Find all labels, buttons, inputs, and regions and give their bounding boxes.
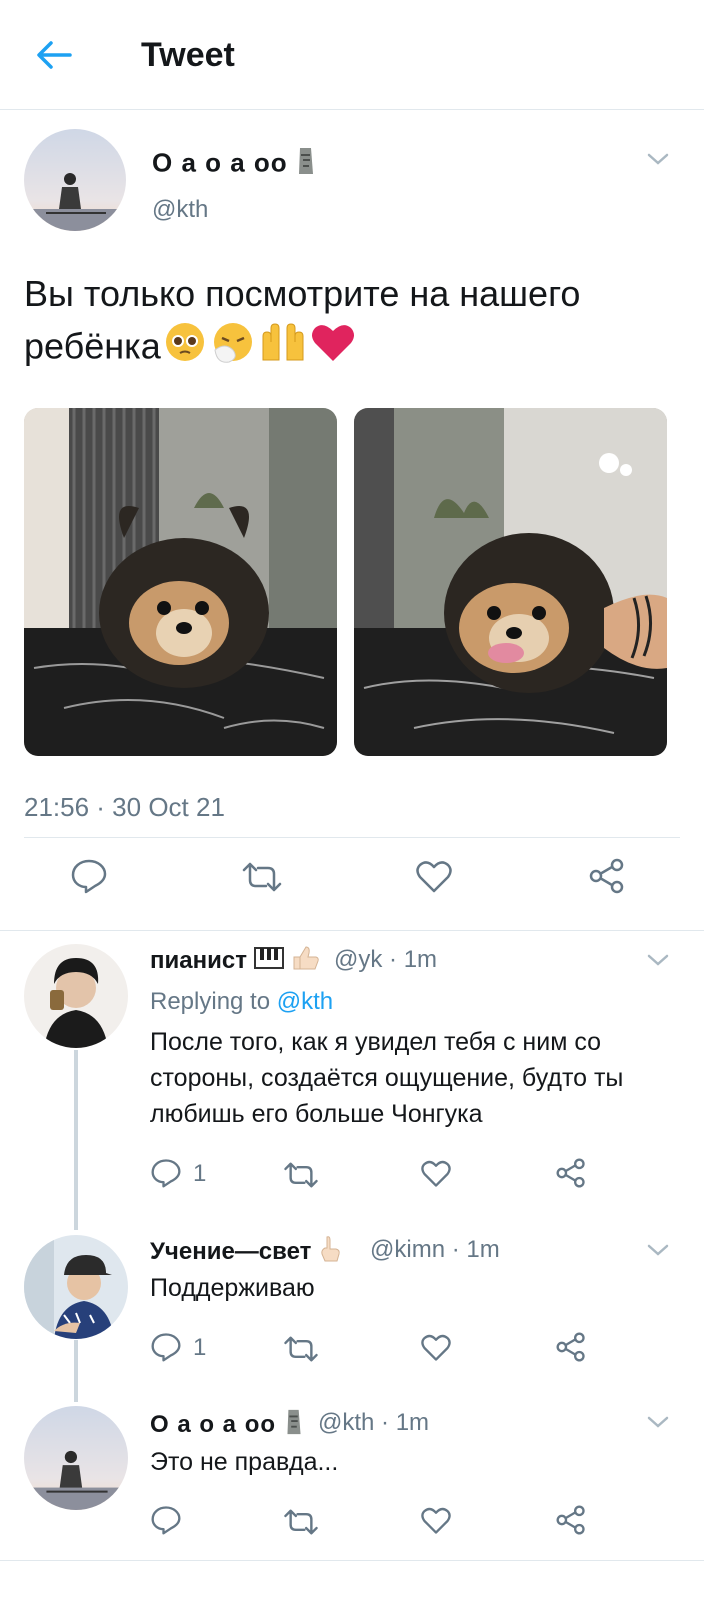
replying-to-handle-link[interactable]: @kth — [277, 988, 333, 1015]
moai-emoji-icon — [296, 146, 316, 183]
red-heart-emoji-icon — [309, 320, 357, 378]
pleading-face-emoji-icon — [161, 320, 209, 378]
piano-emoji-icon — [253, 946, 284, 977]
author-name-text: О а о а оо — [152, 147, 288, 178]
share-icon[interactable] — [555, 1332, 587, 1362]
tweet-photo-2[interactable] — [354, 408, 667, 756]
sneezing-face-emoji-icon — [209, 320, 257, 378]
share-icon[interactable] — [555, 1158, 587, 1188]
reply-author-name[interactable]: пианист — [150, 945, 320, 978]
reply-text: Поддерживаю — [150, 1274, 315, 1302]
reply-author-name-text: О а о а оо — [150, 1410, 277, 1438]
like-heart-icon[interactable] — [420, 1507, 452, 1535]
like-heart-icon[interactable] — [415, 860, 453, 894]
chevron-down-icon[interactable] — [646, 1414, 670, 1430]
author-name[interactable]: О а о а оо — [152, 146, 316, 183]
tweet-text: Вы только посмотрите на нашего ребёнка — [24, 268, 664, 378]
reply-count: 1 — [193, 1334, 207, 1361]
chevron-down-icon[interactable] — [646, 151, 670, 167]
reply-icon[interactable] — [150, 1158, 182, 1188]
share-icon[interactable] — [555, 1505, 587, 1535]
reply-meta: @kth · 1m — [318, 1409, 430, 1436]
reply-avatar[interactable] — [24, 1235, 128, 1339]
reply-author-name[interactable]: О а о а оо — [150, 1408, 304, 1443]
author-avatar[interactable] — [24, 129, 126, 231]
chevron-down-icon[interactable] — [646, 1242, 670, 1258]
divider — [24, 837, 680, 838]
replying-to: Replying to @kth — [150, 988, 333, 1016]
reply-count: 1 — [193, 1160, 207, 1187]
reply-avatar[interactable] — [24, 1406, 128, 1510]
page-title: Tweet — [141, 36, 235, 74]
reply-icon[interactable] — [150, 1505, 182, 1535]
raising-hands-emoji-icon — [257, 320, 309, 378]
reply-text: Это не правда... — [150, 1448, 339, 1476]
reply-meta: @kimn · 1m — [370, 1236, 500, 1263]
retweet-icon[interactable] — [282, 1509, 320, 1535]
divider — [0, 1560, 704, 1561]
retweet-icon[interactable] — [282, 1162, 320, 1188]
chevron-down-icon[interactable] — [646, 952, 670, 968]
top-bar: Tweet — [0, 0, 704, 110]
replying-to-label: Replying to — [150, 988, 271, 1015]
reply-author-name-text: Учение—свет — [150, 1237, 312, 1265]
moai-emoji-icon — [284, 1408, 304, 1443]
thumbs-up-emoji-icon — [290, 945, 320, 978]
divider — [0, 930, 704, 931]
reply-author-name[interactable]: Учение—свет — [150, 1235, 342, 1270]
index-pointing-up-emoji-icon — [318, 1235, 342, 1270]
like-heart-icon[interactable] — [420, 1160, 452, 1188]
tweet-timestamp[interactable]: 21:56 · 30 Oct 21 — [24, 792, 225, 823]
reply-author-name-text: пианист — [150, 946, 247, 974]
reply-icon[interactable] — [150, 1332, 182, 1362]
share-icon[interactable] — [588, 858, 626, 894]
thread-line — [74, 1050, 78, 1230]
thread-line — [74, 1340, 78, 1402]
like-heart-icon[interactable] — [420, 1334, 452, 1362]
back-arrow-icon[interactable] — [34, 38, 74, 72]
retweet-icon[interactable] — [282, 1336, 320, 1362]
tweet-photo-1[interactable] — [24, 408, 337, 756]
reply-icon[interactable] — [70, 858, 108, 894]
author-handle[interactable]: @kth — [152, 196, 208, 224]
reply-avatar[interactable] — [24, 944, 128, 1048]
reply-meta: @yk · 1m — [334, 946, 438, 973]
reply-text: После того, как я увидел тебя с ним со с… — [150, 1028, 624, 1128]
retweet-icon[interactable] — [240, 862, 284, 892]
